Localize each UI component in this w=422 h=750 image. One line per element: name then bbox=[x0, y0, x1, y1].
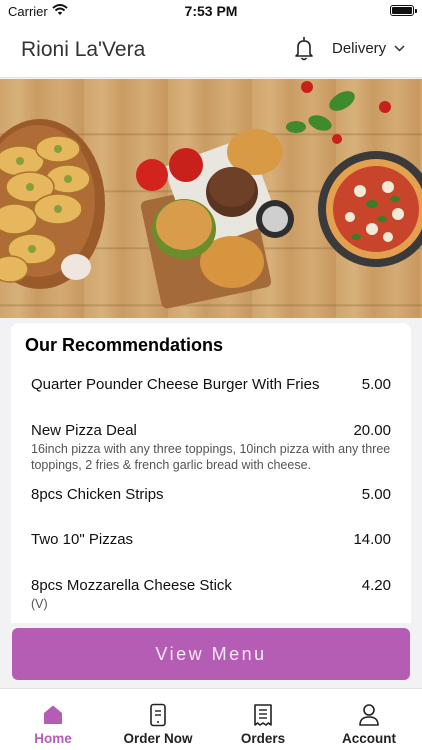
tab-label: Account bbox=[342, 731, 396, 746]
item-name: Two 10" Pizzas bbox=[31, 531, 134, 548]
item-description: (V) bbox=[31, 597, 48, 611]
item-price: 4.20 bbox=[361, 577, 391, 594]
hero-food-image bbox=[0, 79, 422, 318]
tab-label: Home bbox=[34, 731, 72, 746]
item-name: New Pizza Deal bbox=[31, 422, 137, 439]
home-icon bbox=[44, 705, 62, 724]
tab-order-now[interactable]: Order Now bbox=[108, 689, 208, 750]
view-menu-button[interactable]: View Menu bbox=[12, 628, 410, 680]
status-bar: Carrier 7:53 PM bbox=[0, 0, 422, 22]
item-name: 8pcs Mozzarella Cheese Stick bbox=[31, 577, 232, 594]
item-name: 8pcs Chicken Strips bbox=[31, 486, 164, 503]
item-name: Quarter Pounder Cheese Burger With Fries bbox=[31, 376, 320, 393]
status-time: 7:53 PM bbox=[184, 3, 238, 19]
item-description: 16inch pizza with any three toppings, 10… bbox=[31, 442, 391, 472]
item-price: 5.00 bbox=[361, 486, 391, 503]
restaurant-name: Rioni La'Vera bbox=[21, 38, 146, 61]
phone-order-icon bbox=[150, 703, 166, 727]
delivery-dropdown[interactable]: Delivery bbox=[332, 40, 405, 57]
item-price: 14.00 bbox=[353, 531, 391, 548]
tab-label: Order Now bbox=[123, 731, 193, 746]
tab-label: Orders bbox=[240, 731, 286, 746]
recommendations-card: Our Recommendations Quarter Pounder Chee… bbox=[11, 323, 411, 623]
item-price: 5.00 bbox=[361, 376, 391, 393]
app-header: Rioni La'Vera Delivery bbox=[0, 22, 422, 78]
tab-orders[interactable]: Orders bbox=[213, 689, 313, 750]
chevron-down-icon bbox=[394, 45, 405, 52]
tab-account[interactable]: Account bbox=[319, 689, 419, 750]
recommendations-title: Our Recommendations bbox=[25, 335, 224, 355]
person-icon bbox=[359, 704, 379, 726]
item-price: 20.00 bbox=[353, 422, 391, 439]
tab-home[interactable]: Home bbox=[3, 689, 103, 750]
bell-icon[interactable] bbox=[292, 36, 316, 62]
tab-bar: Home Order Now Orders Account bbox=[0, 688, 422, 750]
delivery-label: Delivery bbox=[332, 40, 387, 57]
battery-icon bbox=[390, 5, 417, 16]
receipt-icon bbox=[254, 704, 272, 726]
